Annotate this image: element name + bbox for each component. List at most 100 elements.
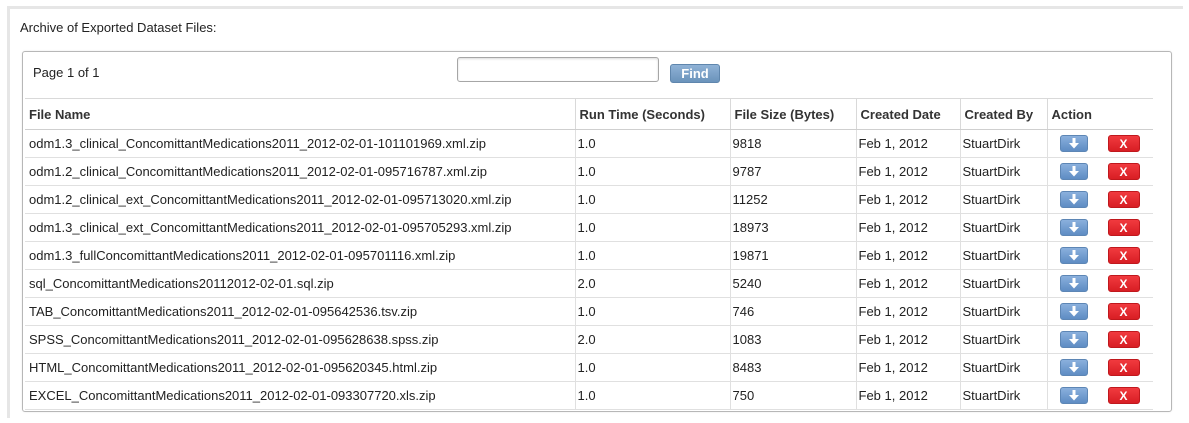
run-time-cell: 1.0	[575, 381, 731, 410]
download-arrow-icon	[1068, 166, 1079, 177]
download-button[interactable]	[1059, 359, 1088, 376]
delete-button[interactable]: X	[1107, 387, 1140, 404]
file-name-cell: sql_ConcomittantMedications20112012-02-0…	[25, 269, 576, 298]
find-button[interactable]: Find	[670, 64, 720, 83]
delete-button[interactable]: X	[1107, 331, 1140, 348]
delete-icon: X	[1119, 332, 1128, 347]
file-name-cell: SPSS_ConcomittantMedications2011_2012-02…	[25, 325, 576, 354]
table-row: TAB_ConcomittantMedications2011_2012-02-…	[25, 297, 1154, 326]
action-buttons: X	[1050, 331, 1154, 348]
download-button[interactable]	[1059, 387, 1088, 404]
download-arrow-icon	[1068, 138, 1079, 149]
column-header-created-date[interactable]: Created Date	[856, 98, 961, 130]
run-time-cell: 2.0	[575, 269, 731, 298]
file-name-cell: TAB_ConcomittantMedications2011_2012-02-…	[25, 297, 576, 326]
created-by-cell: StuartDirk	[960, 269, 1048, 298]
delete-icon: X	[1119, 164, 1128, 179]
pagination-label: Page 1 of 1	[33, 65, 100, 80]
created-by-cell: StuartDirk	[960, 157, 1048, 186]
delete-icon: X	[1119, 360, 1128, 375]
action-buttons: X	[1050, 359, 1154, 376]
created-date-cell: Feb 1, 2012	[856, 129, 961, 158]
run-time-cell: 1.0	[575, 241, 731, 270]
archive-title: Archive of Exported Dataset Files:	[20, 20, 217, 35]
delete-button[interactable]: X	[1107, 247, 1140, 264]
action-cell: X	[1047, 353, 1154, 382]
file-size-cell: 18973	[730, 213, 857, 242]
action-cell: X	[1047, 129, 1153, 158]
delete-icon: X	[1119, 388, 1128, 403]
created-date-cell: Feb 1, 2012	[856, 353, 961, 382]
search-input[interactable]	[457, 57, 659, 82]
action-cell: X	[1047, 213, 1153, 242]
column-header-file-size[interactable]: File Size (Bytes)	[730, 98, 857, 130]
delete-button[interactable]: X	[1107, 135, 1140, 152]
delete-button[interactable]: X	[1107, 191, 1140, 208]
file-size-cell: 19871	[730, 241, 857, 270]
created-date-cell: Feb 1, 2012	[856, 325, 961, 354]
action-buttons: X	[1050, 275, 1154, 292]
download-button[interactable]	[1059, 219, 1088, 236]
file-name-cell: odm1.2_clinical_ext_ConcomittantMedicati…	[25, 185, 576, 214]
download-arrow-icon	[1068, 362, 1079, 373]
delete-icon: X	[1119, 136, 1128, 151]
created-by-cell: StuartDirk	[960, 241, 1048, 270]
download-button[interactable]	[1059, 247, 1088, 264]
delete-button[interactable]: X	[1107, 163, 1140, 180]
table-header-row: File Name Run Time (Seconds) File Size (…	[25, 98, 1153, 130]
column-header-run-time[interactable]: Run Time (Seconds)	[575, 98, 731, 130]
file-size-cell: 1083	[730, 325, 857, 354]
file-name-cell: EXCEL_ConcomittantMedications2011_2012-0…	[25, 381, 576, 410]
run-time-cell: 1.0	[575, 157, 731, 186]
table-row: HTML_ConcomittantMedications2011_2012-02…	[25, 353, 1154, 382]
download-arrow-icon	[1068, 278, 1079, 289]
delete-button[interactable]: X	[1107, 303, 1140, 320]
download-button[interactable]	[1059, 135, 1088, 152]
delete-button[interactable]: X	[1107, 219, 1140, 236]
table-row: EXCEL_ConcomittantMedications2011_2012-0…	[25, 381, 1154, 410]
created-by-cell: StuartDirk	[960, 297, 1048, 326]
action-buttons: X	[1050, 191, 1154, 208]
created-by-cell: StuartDirk	[960, 213, 1048, 242]
column-header-file-name[interactable]: File Name	[25, 98, 576, 130]
run-time-cell: 1.0	[575, 129, 731, 158]
action-cell: X	[1047, 185, 1154, 214]
file-name-cell: odm1.3_fullConcomittantMedications2011_2…	[25, 241, 576, 270]
delete-button[interactable]: X	[1107, 359, 1140, 376]
action-buttons: X	[1050, 303, 1154, 320]
delete-icon: X	[1119, 304, 1128, 319]
download-button[interactable]	[1059, 331, 1088, 348]
download-button[interactable]	[1059, 275, 1088, 292]
download-arrow-icon	[1068, 222, 1079, 233]
run-time-cell: 1.0	[575, 297, 731, 326]
run-time-cell: 1.0	[575, 185, 731, 214]
download-arrow-icon	[1068, 250, 1079, 261]
run-time-cell: 1.0	[575, 213, 731, 242]
delete-button[interactable]: X	[1107, 275, 1140, 292]
download-arrow-icon	[1068, 194, 1079, 205]
column-header-action: Action	[1047, 98, 1153, 130]
action-cell: X	[1047, 381, 1154, 410]
action-buttons: X	[1050, 387, 1154, 404]
download-button[interactable]	[1059, 303, 1088, 320]
file-name-cell: odm1.3_clinical_ext_ConcomittantMedicati…	[25, 213, 576, 242]
download-arrow-icon	[1068, 306, 1079, 317]
column-header-created-by[interactable]: Created By	[960, 98, 1048, 130]
files-table: File Name Run Time (Seconds) File Size (…	[25, 98, 1153, 410]
download-button[interactable]	[1059, 191, 1088, 208]
created-by-cell: StuartDirk	[960, 325, 1048, 354]
table-row: odm1.3_fullConcomittantMedications2011_2…	[25, 241, 1153, 270]
download-button[interactable]	[1059, 163, 1088, 180]
file-name-cell: odm1.3_clinical_ConcomittantMedications2…	[25, 129, 576, 158]
table-row: odm1.2_clinical_ext_ConcomittantMedicati…	[25, 185, 1154, 214]
created-date-cell: Feb 1, 2012	[856, 297, 961, 326]
table-row: odm1.3_clinical_ConcomittantMedications2…	[25, 129, 1153, 158]
file-size-cell: 746	[730, 297, 857, 326]
file-size-cell: 9818	[730, 129, 857, 158]
table-row: odm1.2_clinical_ConcomittantMedications2…	[25, 157, 1153, 186]
delete-icon: X	[1119, 220, 1128, 235]
table-row: odm1.3_clinical_ext_ConcomittantMedicati…	[25, 213, 1153, 242]
created-date-cell: Feb 1, 2012	[856, 157, 961, 186]
action-cell: X	[1047, 157, 1153, 186]
file-size-cell: 11252	[730, 185, 857, 214]
